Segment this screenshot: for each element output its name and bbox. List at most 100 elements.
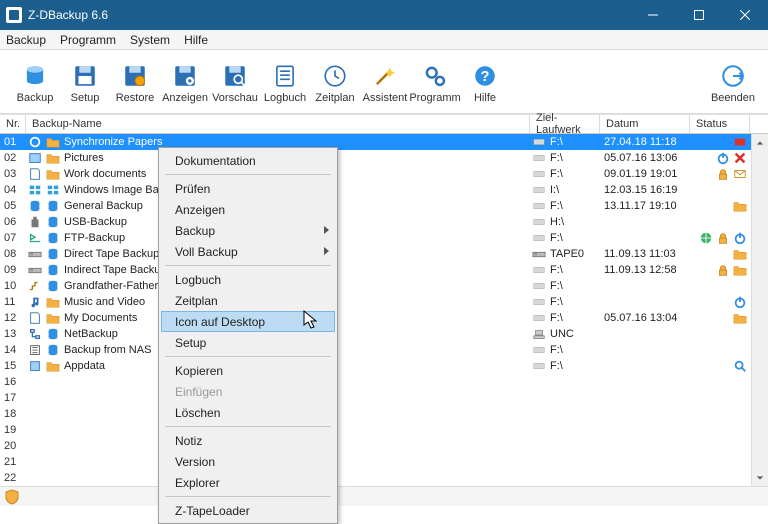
toolbar-setup[interactable]: Setup: [60, 62, 110, 104]
menu-item[interactable]: Backup: [161, 220, 335, 241]
table-row[interactable]: 21: [0, 454, 751, 470]
row-drive-icon: [530, 135, 548, 149]
table-row[interactable]: 19: [0, 422, 751, 438]
row-drive-icon: [530, 343, 548, 357]
table-row[interactable]: 22: [0, 470, 751, 486]
row-drive-icon: [530, 183, 548, 197]
menu-item[interactable]: Löschen: [161, 402, 335, 423]
col-nr[interactable]: Nr.: [0, 115, 26, 133]
row-drive: UNC: [548, 328, 600, 340]
table-row[interactable]: 20: [0, 438, 751, 454]
table-row[interactable]: 08Direct Tape BackupTAPE011.09.13 11:03: [0, 246, 751, 262]
row-type-icon: [26, 279, 44, 293]
row-date: 05.07.16 13:04: [600, 312, 690, 324]
power-icon: [733, 231, 747, 245]
app-icon: [6, 7, 22, 23]
menu-item[interactable]: Voll Backup: [161, 241, 335, 262]
row-drive: F:\: [548, 168, 600, 180]
toolbar-programm[interactable]: Programm: [410, 62, 460, 104]
table-row[interactable]: 09Indirect Tape BackupF:\11.09.13 12:58: [0, 262, 751, 278]
table-row[interactable]: 07FTP-BackupF:\: [0, 230, 751, 246]
menu-hilfe[interactable]: Hilfe: [184, 33, 208, 47]
floppy-icon: [71, 62, 99, 90]
row-type-icon: [26, 199, 44, 213]
chevron-right-icon: [324, 226, 329, 234]
row-date: 05.07.16 13:06: [600, 152, 690, 164]
menu-backup[interactable]: Backup: [6, 33, 46, 47]
col-drive[interactable]: Ziel-Laufwerk: [530, 115, 600, 133]
wand-icon: [371, 62, 399, 90]
table-row[interactable]: 14Backup from NASF:\: [0, 342, 751, 358]
table-row[interactable]: 10Grandfather-Father-SonF:\: [0, 278, 751, 294]
toolbar-vorschau[interactable]: Vorschau: [210, 62, 260, 104]
row-kind-icon: [44, 167, 62, 181]
maximize-button[interactable]: [676, 0, 722, 30]
floppy-eye-icon: [171, 62, 199, 90]
toolbar-zeitplan[interactable]: Zeitplan: [310, 62, 360, 104]
toolbar-restore[interactable]: Restore: [110, 62, 160, 104]
table-row[interactable]: 06USB-BackupH:\: [0, 214, 751, 230]
menu-item[interactable]: Explorer: [161, 472, 335, 493]
minimize-button[interactable]: [630, 0, 676, 30]
menu-item[interactable]: Logbuch: [161, 269, 335, 290]
table-row[interactable]: 15AppdataF:\: [0, 358, 751, 374]
menu-item[interactable]: Zeitplan: [161, 290, 335, 311]
row-drive: TAPE0: [548, 248, 600, 260]
menu-system[interactable]: System: [130, 33, 170, 47]
col-status[interactable]: Status: [690, 115, 750, 133]
row-kind-icon: [44, 311, 62, 325]
menu-item[interactable]: Prüfen: [161, 178, 335, 199]
menu-item[interactable]: Version: [161, 451, 335, 472]
table-row[interactable]: 16: [0, 374, 751, 390]
row-nr: 22: [0, 472, 26, 484]
menu-programm[interactable]: Programm: [60, 33, 116, 47]
menu-item[interactable]: Dokumentation: [161, 150, 335, 171]
row-status: [690, 135, 751, 149]
scroll-down-icon[interactable]: [752, 469, 768, 486]
table-row[interactable]: 04Windows Image BackupI:\12.03.15 16:19: [0, 182, 751, 198]
vertical-scrollbar[interactable]: [751, 134, 768, 486]
row-drive-icon: [530, 215, 548, 229]
col-date[interactable]: Datum: [600, 115, 690, 133]
table-row[interactable]: 17: [0, 390, 751, 406]
table-row[interactable]: 01Synchronize PapersF:\27.04.18 11:18: [0, 134, 751, 150]
table-row[interactable]: 12My DocumentsF:\05.07.16 13:04: [0, 310, 751, 326]
context-menu[interactable]: Dokumentation PrüfenAnzeigenBackupVoll Ba…: [158, 147, 338, 524]
toolbar-anzeigen[interactable]: Anzeigen: [160, 62, 210, 104]
svg-text:?: ?: [481, 68, 490, 84]
row-nr: 04: [0, 184, 26, 196]
table-row[interactable]: 02PicturesF:\05.07.16 13:06: [0, 150, 751, 166]
col-name[interactable]: Backup-Name: [26, 115, 530, 133]
table-row[interactable]: 13NetBackupUNC: [0, 326, 751, 342]
toolbar-beenden[interactable]: Beenden: [708, 62, 758, 104]
menubar: Backup Programm System Hilfe: [0, 30, 768, 50]
red-x-icon: [733, 151, 747, 165]
row-kind-icon: [44, 231, 62, 245]
row-drive: F:\: [548, 232, 600, 244]
toolbar-hilfe[interactable]: ?Hilfe: [460, 62, 510, 104]
row-type-icon: [26, 231, 44, 245]
toolbar-backup[interactable]: Backup: [10, 62, 60, 104]
toolbar-assistent[interactable]: Assistent: [360, 62, 410, 104]
menu-item[interactable]: Icon auf Desktop: [161, 311, 335, 332]
table-row[interactable]: 03Work documentsF:\09.01.19 19:01: [0, 166, 751, 182]
menu-item[interactable]: Notiz: [161, 430, 335, 451]
log-icon: [271, 62, 299, 90]
row-status: [690, 263, 751, 277]
scroll-up-icon[interactable]: [752, 134, 768, 151]
close-button[interactable]: [722, 0, 768, 30]
table-row[interactable]: 18: [0, 406, 751, 422]
menu-item[interactable]: Anzeigen: [161, 199, 335, 220]
menu-item[interactable]: Kopieren: [161, 360, 335, 381]
chevron-right-icon: [324, 247, 329, 255]
row-kind-icon: [44, 327, 62, 341]
menu-item[interactable]: Setup: [161, 332, 335, 353]
row-drive: F:\: [548, 360, 600, 372]
scroll-track[interactable]: [752, 151, 768, 469]
mail-icon: [733, 167, 747, 181]
table-row[interactable]: 11Music and VideoF:\: [0, 294, 751, 310]
toolbar-logbuch[interactable]: Logbuch: [260, 62, 310, 104]
row-drive: F:\: [548, 312, 600, 324]
table-row[interactable]: 05General BackupF:\13.11.17 19:10: [0, 198, 751, 214]
menu-item[interactable]: Z-TapeLoader: [161, 500, 335, 521]
